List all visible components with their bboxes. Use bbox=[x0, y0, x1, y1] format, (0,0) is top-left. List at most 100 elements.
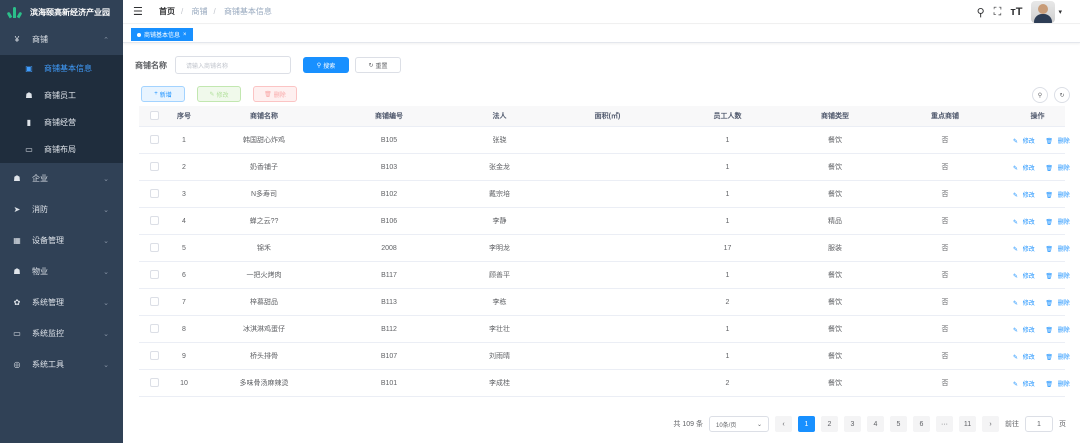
sidebar-item[interactable]: ☗ 物业 ⌄ bbox=[0, 256, 123, 287]
delete-link[interactable]: 🗑 删除 bbox=[1045, 274, 1072, 280]
col-header: 面积(㎡) bbox=[594, 113, 621, 120]
breadcrumb-home[interactable]: 首页 bbox=[159, 7, 175, 16]
main-content: 商铺名称 请输入商铺名称 ⚲ 搜索 ↻ 重置 + 新增 ✎ 修改 🗑 删除 ⚲ … bbox=[123, 44, 1080, 443]
page-number-button[interactable]: ··· bbox=[936, 416, 953, 432]
dot-icon bbox=[137, 32, 141, 37]
edit-link[interactable]: ✎ 修改 bbox=[1013, 301, 1038, 307]
delete-link[interactable]: 🗑 删除 bbox=[1045, 247, 1072, 253]
avatar[interactable] bbox=[1031, 1, 1056, 23]
row-checkbox[interactable] bbox=[149, 296, 159, 306]
font-size-icon[interactable]: ᴛT bbox=[1010, 6, 1022, 18]
table-row: 1 韩国甜心炸鸡 B105 张骁 1 餐饮 否 ✎ 修改 🗑 删除 bbox=[139, 127, 1070, 154]
row-checkbox[interactable] bbox=[149, 377, 159, 387]
shop-name-input[interactable]: 请输入商铺名称 bbox=[175, 56, 291, 74]
submenu-icon: ▮ bbox=[26, 118, 32, 127]
search-icon: ⚲ bbox=[316, 62, 322, 69]
page-number-button[interactable]: 3 bbox=[844, 416, 861, 432]
next-page-button[interactable]: › bbox=[982, 416, 999, 432]
hamburger-icon[interactable]: ☰ bbox=[133, 5, 145, 18]
sidebar-item[interactable]: ▦ 设备管理 ⌄ bbox=[0, 225, 123, 256]
reset-button[interactable]: ↻ 重置 bbox=[355, 57, 401, 73]
sidebar-item[interactable]: ◎ 系统工具 ⌄ bbox=[0, 349, 123, 380]
delete-link[interactable]: 🗑 删除 bbox=[1045, 220, 1072, 226]
edit-link[interactable]: ✎ 修改 bbox=[1013, 274, 1038, 280]
edit-link[interactable]: ✎ 修改 bbox=[1013, 139, 1038, 145]
edit-link[interactable]: ✎ 修改 bbox=[1013, 193, 1038, 199]
table-cell: 顾善平 bbox=[489, 272, 510, 279]
sidebar-item[interactable]: ☗ 企业 ⌄ bbox=[0, 163, 123, 194]
page-number-button[interactable]: 6 bbox=[913, 416, 930, 432]
sidebar-subitem[interactable]: ▭ 商铺布局 bbox=[0, 136, 123, 163]
delete-link[interactable]: 🗑 删除 bbox=[1045, 166, 1072, 172]
app-title: 滨海颐高新经济产业园 bbox=[30, 7, 110, 17]
row-checkbox[interactable] bbox=[149, 323, 159, 333]
close-icon[interactable]: × bbox=[183, 32, 187, 38]
toggle-search-icon[interactable]: ⚲ bbox=[1032, 87, 1048, 103]
add-button[interactable]: + 新增 bbox=[141, 86, 185, 102]
total-count: 共 109 条 bbox=[673, 421, 703, 428]
row-checkbox[interactable] bbox=[149, 161, 159, 171]
row-checkbox[interactable] bbox=[149, 350, 159, 360]
sidebar-item[interactable]: ✿ 系统管理 ⌄ bbox=[0, 287, 123, 318]
table-cell: N多寿司 bbox=[250, 191, 278, 198]
delete-link[interactable]: 🗑 删除 bbox=[1045, 355, 1072, 361]
row-checkbox[interactable] bbox=[149, 242, 159, 252]
search-icon[interactable]: ⚲ bbox=[977, 6, 985, 19]
table-cell: 否 bbox=[941, 380, 949, 387]
table-row: 2 奶香铺子 B103 张金龙 1 餐饮 否 ✎ 修改 🗑 删除 bbox=[139, 154, 1070, 181]
page-number-button[interactable]: 5 bbox=[890, 416, 907, 432]
sidebar-subitem-label: 商铺经营 bbox=[44, 118, 76, 127]
fullscreen-icon[interactable]: ⛶ bbox=[994, 6, 1002, 19]
caret-down-icon[interactable]: ▾ bbox=[1058, 8, 1062, 16]
page-number-button[interactable]: 2 bbox=[821, 416, 838, 432]
delete-link[interactable]: 🗑 删除 bbox=[1045, 328, 1072, 334]
page-number-button[interactable]: 11 bbox=[959, 416, 976, 432]
page-number-button[interactable]: 1 bbox=[798, 416, 815, 432]
table-cell: 1 bbox=[725, 271, 730, 279]
delete-link[interactable]: 🗑 删除 bbox=[1045, 301, 1072, 307]
delete-link[interactable]: 🗑 删除 bbox=[1045, 382, 1072, 388]
row-checkbox[interactable] bbox=[149, 188, 159, 198]
edit-button[interactable]: ✎ 修改 bbox=[197, 86, 241, 102]
page-size-select[interactable]: 10条/页 ⌄ bbox=[709, 416, 769, 432]
menu-icon: ➤ bbox=[13, 205, 21, 214]
table-header: 序号 商铺名称 商铺编号 法人 面积(㎡) 员工人数 商铺类型 重点商铺 操作 bbox=[139, 106, 1065, 127]
edit-link[interactable]: ✎ 修改 bbox=[1013, 328, 1038, 334]
tag-active[interactable]: 商铺基本信息 × bbox=[131, 28, 193, 41]
edit-link[interactable]: ✎ 修改 bbox=[1013, 166, 1038, 172]
sidebar-item[interactable]: ➤ 消防 ⌄ bbox=[0, 194, 123, 225]
delete-button[interactable]: 🗑 删除 bbox=[253, 86, 297, 102]
delete-link[interactable]: 🗑 删除 bbox=[1045, 139, 1072, 145]
table-cell: 2 bbox=[182, 163, 186, 171]
refresh-icon[interactable]: ↻ bbox=[1054, 87, 1070, 103]
edit-link-label: 修改 bbox=[1022, 327, 1035, 334]
delete-link[interactable]: 🗑 删除 bbox=[1045, 193, 1072, 199]
sidebar-item[interactable]: ▭ 系统监控 ⌄ bbox=[0, 318, 123, 349]
col-header: 法人 bbox=[492, 113, 507, 120]
sidebar-subitem-label: 商铺基本信息 bbox=[44, 64, 92, 73]
table-cell: 餐饮 bbox=[828, 191, 842, 198]
page-number-button[interactable]: 4 bbox=[867, 416, 884, 432]
table-cell: 餐饮 bbox=[828, 326, 842, 333]
goto-page-input[interactable]: 1 bbox=[1025, 416, 1053, 432]
row-checkbox[interactable] bbox=[149, 215, 159, 225]
edit-link[interactable]: ✎ 修改 bbox=[1013, 382, 1038, 388]
sidebar-subitem[interactable]: ▮ 商铺经营 bbox=[0, 109, 123, 136]
search-button[interactable]: ⚲ 搜索 bbox=[303, 57, 349, 73]
sidebar-item[interactable]: ¥ 商铺 ⌃ bbox=[0, 24, 123, 55]
edit-link[interactable]: ✎ 修改 bbox=[1013, 355, 1038, 361]
edit-link[interactable]: ✎ 修改 bbox=[1013, 247, 1038, 253]
chevron-icon: ⌄ bbox=[103, 361, 109, 369]
row-checkbox[interactable] bbox=[149, 134, 159, 144]
row-checkbox[interactable] bbox=[149, 269, 159, 279]
prev-page-button[interactable]: ‹ bbox=[775, 416, 792, 432]
sidebar-subitem[interactable]: ☗ 商铺员工 bbox=[0, 82, 123, 109]
table-cell: 5 bbox=[182, 244, 186, 252]
select-all-checkbox[interactable] bbox=[149, 110, 159, 120]
refresh-icon: ↻ bbox=[368, 62, 374, 69]
table-cell: 张金龙 bbox=[489, 164, 510, 171]
sidebar-item-label: 设备管理 bbox=[32, 236, 64, 245]
table-cell: 服装 bbox=[828, 245, 842, 252]
edit-link[interactable]: ✎ 修改 bbox=[1013, 220, 1038, 226]
sidebar-subitem[interactable]: ▣ 商铺基本信息 bbox=[0, 55, 123, 82]
